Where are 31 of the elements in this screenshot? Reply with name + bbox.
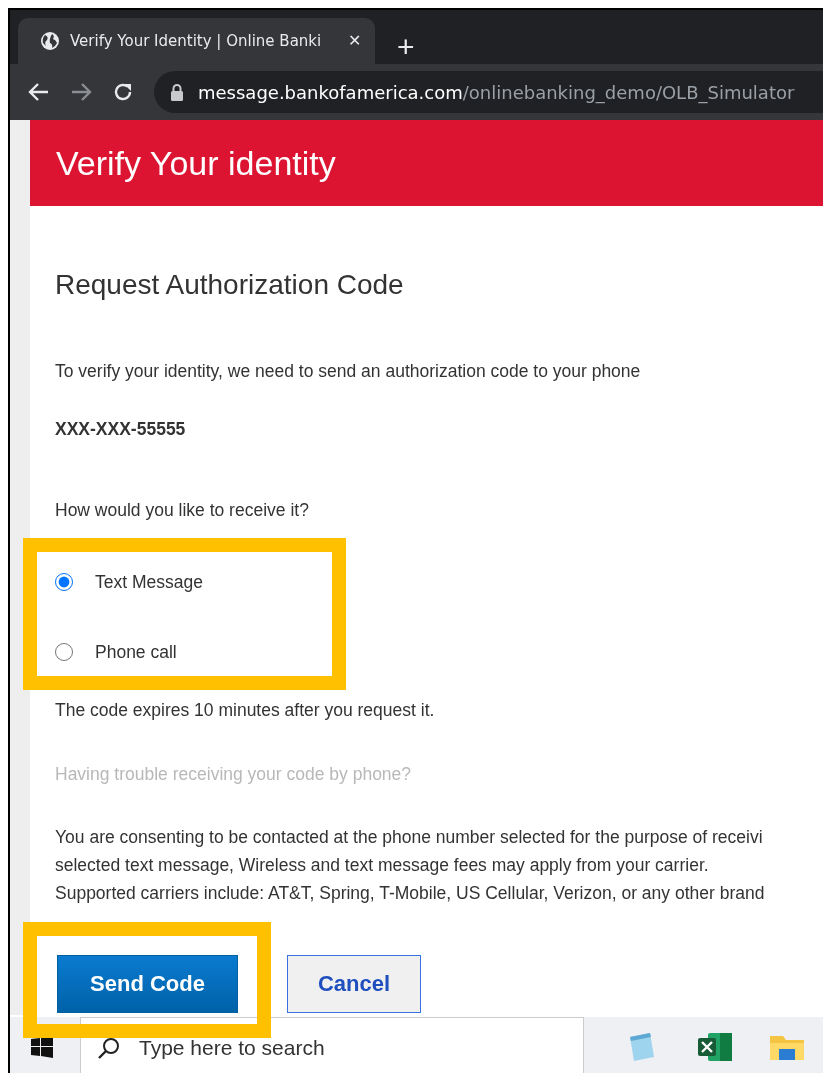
address-bar[interactable]: message.bankofamerica.com/onlinebanking_demo/OLB_Simulator xyxy=(154,71,823,113)
new-tab-button[interactable]: + xyxy=(397,32,415,62)
send-code-button[interactable]: Send Code xyxy=(57,954,238,1013)
section-heading: Request Authorization Code xyxy=(55,268,405,302)
taskbar-search-field[interactable]: Type here to search xyxy=(80,1017,584,1073)
consent-text: You are consenting to be contacted at the phone number selected for the purpose of receivi xyxy=(55,825,764,849)
tab-title: Verify Your Identity | Online Banki xyxy=(70,30,323,52)
browser-tab[interactable]: Verify Your Identity | Online Banki ✕ xyxy=(18,18,375,64)
spreadsheet-icon[interactable] xyxy=(698,1031,732,1063)
phone-number: XXX-XXX-55555 xyxy=(55,417,187,441)
page-title: Verify Your identity xyxy=(56,142,336,184)
reload-icon[interactable] xyxy=(112,81,134,103)
option-label[interactable]: Text Message xyxy=(95,569,203,596)
url-text: message.bankofamerica.com/onlinebanking_demo/OLB_Simulator xyxy=(198,80,795,106)
question-text: How would you like to receive it? xyxy=(55,499,310,523)
back-icon[interactable] xyxy=(28,82,50,102)
radio-button[interactable] xyxy=(55,643,73,662)
search-placeholder: Type here to search xyxy=(139,1034,325,1061)
instruction-text: To verify your identity, we need to send an authorization code to your phone xyxy=(55,359,642,383)
consent-text: selected text message, Wireless and text message fees may apply from your carrier. xyxy=(55,853,710,877)
cancel-button[interactable]: Cancel xyxy=(287,954,421,1013)
radio-button[interactable] xyxy=(55,573,73,592)
consent-text: Supported carriers include: AT&T, Spring, T-Mobile, US Cellular, Verizon, or any other brand xyxy=(55,881,766,905)
forward-icon[interactable] xyxy=(70,82,92,102)
expiry-text: The code expires 10 minutes after you request it. xyxy=(55,699,436,723)
close-tab-button[interactable]: ✕ xyxy=(348,29,361,53)
windows-start-icon[interactable] xyxy=(31,1036,53,1058)
lock-icon xyxy=(170,83,184,101)
globe-icon xyxy=(40,31,60,51)
option-label[interactable]: Phone call xyxy=(95,639,177,666)
search-icon xyxy=(97,1035,121,1060)
